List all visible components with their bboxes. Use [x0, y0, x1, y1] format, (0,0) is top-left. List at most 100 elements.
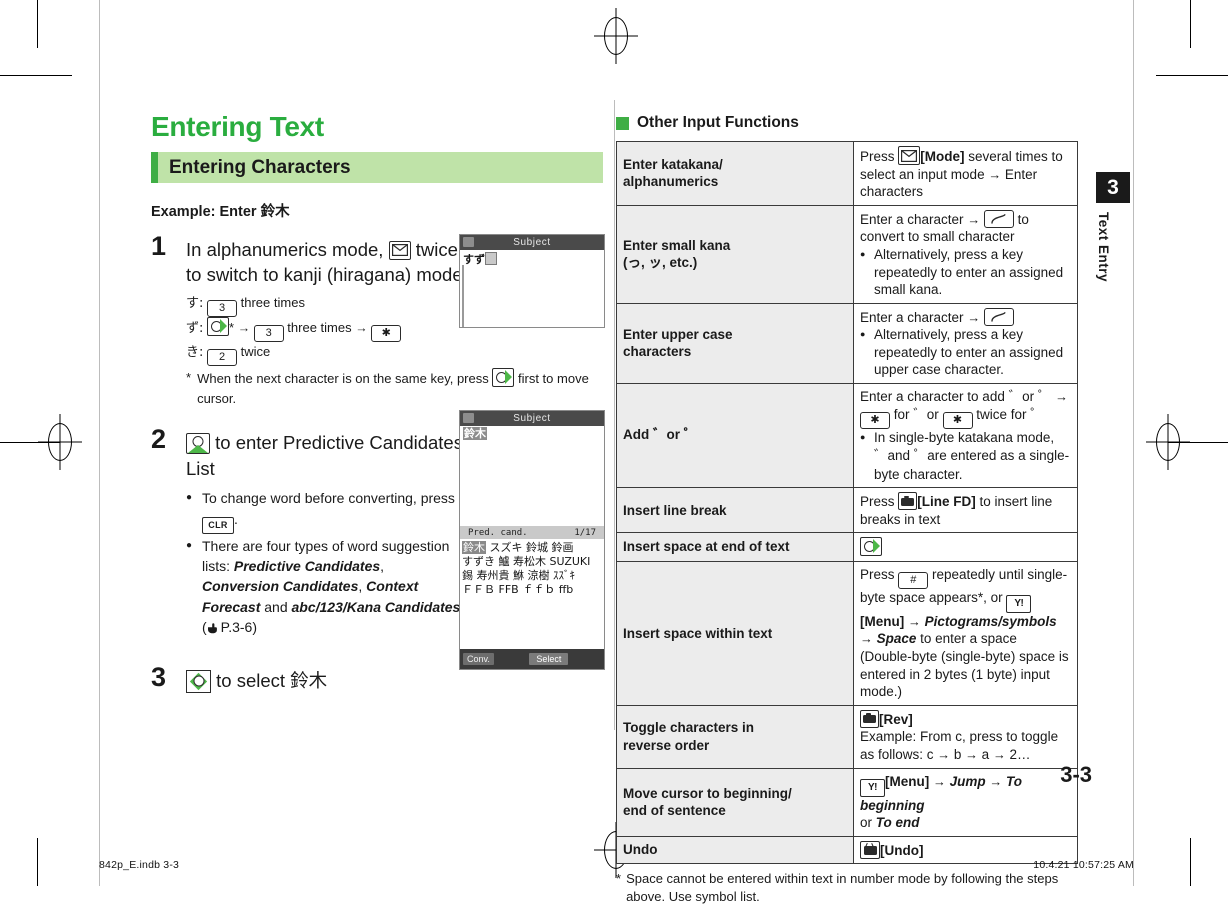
table-footnote-asterisk: * [616, 871, 622, 887]
space-item: Space [876, 631, 917, 647]
menu-soft-label: [Menu] [860, 613, 905, 629]
section-title: Entering Characters [169, 156, 351, 178]
step-3-number: 3 [151, 661, 167, 692]
table-row: Toggle characters in reverse order [Rev] … [616, 704, 1078, 769]
screenshot-2-candidate-list: 鈴木 スズキ 鈴城 鈴画 すずき 鱸 寿松木 SUZUKI 錫 寿州貴 鮴 涼樹… [460, 539, 604, 598]
row-4-note-1: In single-byte katakana mode, ゛and ゜are … [860, 429, 1071, 483]
softkey-convert[interactable]: Conv. [463, 653, 494, 665]
yahoo-key-icon: Y! [1006, 594, 1032, 613]
camera-key-icon [898, 492, 918, 511]
trim-line-right [1133, 0, 1134, 886]
softkey-select[interactable]: Select [529, 653, 569, 665]
screenshot-predictive-candidates: Subject 鈴木 Pred. cand. 1/17 鈴木 スズキ 鈴城 鈴画… [459, 410, 605, 670]
call-key-icon [983, 307, 1014, 326]
rev-soft-label: [Rev] [879, 711, 913, 727]
list-type-abc-kana: abc/123/Kana Candidates [291, 598, 461, 615]
arrow-icon: → [965, 746, 978, 762]
arrow-icon: → [908, 613, 921, 629]
other-input-functions-label: Other Input Functions [637, 114, 799, 131]
candidate-row-4: ＦＦＢ FFB ｆｆｂ ffb [462, 583, 574, 597]
crop-mark-tl-h [0, 75, 72, 76]
other-input-functions-table: Enter katakana/alphanumerics Press [Mode… [616, 141, 1078, 865]
table-row: Enter katakana/alphanumerics Press [Mode… [616, 141, 1078, 206]
mode-soft-label: [Mode] [920, 149, 965, 164]
row-key-enter-upper-case: Enter upper case characters [616, 302, 854, 384]
footer-timestamp: 10.4.21 10:57:25 AM [1033, 859, 1134, 871]
menu-soft-label-2: [Menu] [885, 773, 930, 789]
candidate-row-2: すずき 鱸 寿松木 SUZUKI [462, 555, 591, 569]
screenshot-2-text: 鈴木 [460, 426, 604, 526]
registration-mark-top [594, 8, 638, 64]
row-key-enter-katakana: Enter katakana/alphanumerics [616, 141, 854, 206]
page-number: 3-3 [1060, 762, 1092, 787]
candidate-bar-count: 1/17 [574, 527, 596, 538]
table-row: Add ゛or ゜ Enter a character to add ゛or ゜… [616, 382, 1078, 489]
section-accent-bar [151, 151, 158, 183]
substep-ki: き: 2 twice [186, 342, 603, 367]
crop-mark-tl-v [37, 0, 38, 48]
step-1-number: 1 [151, 230, 167, 261]
row-key-undo: Undo [616, 835, 854, 865]
row-value-add-dakuten: Enter a character to add ゛or ゜ → ✱ for ゛… [853, 382, 1078, 489]
mail-key-icon [388, 240, 411, 260]
row-4-notes: In single-byte katakana mode, ゛and ゜are … [860, 429, 1071, 483]
navigation-key-icon [207, 317, 230, 337]
step-1-footnote: * When the next character is on the same… [186, 368, 606, 408]
call-key-icon [983, 209, 1014, 228]
screenshot-1-status-icon [463, 237, 474, 247]
crop-mark-tr-h [1156, 75, 1228, 76]
pictograms-symbols-item: Pictograms/symbols [924, 613, 1057, 629]
arrow-icon: → [860, 631, 873, 647]
tv-key-icon [860, 840, 880, 859]
screenshot-1-text: すず [460, 250, 604, 269]
screenshot-2-candidate-bar: Pred. cand. 1/17 [460, 526, 604, 539]
screenshot-1-title: Subject [513, 237, 551, 248]
table-row: Enter upper case characters Enter a chara… [616, 302, 1078, 384]
step-3-instruction: to select 鈴木 [186, 668, 603, 693]
step-2-text: to enter Predictive Candidates List [186, 432, 463, 479]
table-row: Insert space at end of text [616, 532, 1078, 562]
linefd-soft-label: [Line FD] [917, 494, 976, 510]
list-type-predictive: Predictive Candidates [233, 558, 381, 575]
navigation-key-icon-2 [492, 368, 515, 388]
nav-4way-key-icon [186, 669, 211, 693]
row-key-add-dakuten: Add ゛or ゜ [616, 382, 854, 489]
substep-zu-asterisk: * [229, 320, 235, 336]
step-2-number: 2 [151, 424, 167, 455]
table-row: Enter small kana (っ, ッ, etc.) Enter a cha… [616, 204, 1078, 304]
row-value-enter-upper-case: Enter a character → Alternatively, press… [853, 302, 1078, 384]
arrow-icon-2: → [355, 321, 368, 336]
substep-zu-mid: three times [287, 320, 352, 336]
row-value-insert-line-break: Press [Line FD] to insert line breaks in… [853, 487, 1078, 534]
chapter-tab-label: Text Entry [1096, 212, 1111, 283]
arrow-icon: → [988, 166, 1002, 182]
star-key-icon: ✱ [371, 325, 402, 343]
footnote-asterisk: * [186, 370, 192, 386]
row-3-notes: Alternatively, press a key repeatedly to… [860, 326, 1071, 379]
screenshot-compose: Subject すず [459, 234, 605, 328]
step-1-text-before: In alphanumerics mode, [186, 238, 384, 260]
nav-up-key-icon [186, 433, 210, 455]
jump-item: Jump [949, 773, 986, 789]
row-value-enter-small-kana: Enter a character → to convert to small … [853, 204, 1078, 304]
step-2-bullets: To change word before converting, press … [186, 488, 461, 638]
row-value-toggle-reverse: [Rev] Example: From c, press to toggle a… [853, 704, 1078, 769]
table-row: Undo [Undo] [616, 835, 1078, 865]
row-key-insert-space-end: Insert space at end of text [616, 532, 854, 562]
green-square-icon [616, 116, 629, 130]
footnote-text: When the next character is on the same k… [197, 368, 606, 408]
to-end-item: To end [875, 815, 920, 831]
clear-key-icon: CLR [202, 516, 234, 534]
page-ref-text: P.3-6 [220, 619, 253, 636]
chapter-tab: 3 Text Entry [1096, 172, 1130, 302]
candidate-row-1-rest: スズキ 鈴城 鈴画 [489, 541, 574, 554]
trim-line-left [99, 0, 100, 886]
arrow-icon: → [937, 746, 951, 762]
key-2-icon: 2 [207, 349, 238, 367]
star-key-icon: ✱ [942, 412, 973, 430]
arrow-icon: → [1055, 388, 1068, 404]
screenshot-2-softkeys: Conv. Select [460, 649, 604, 669]
crop-mark-br-v [1190, 838, 1191, 886]
bullet-1-text: To change word before converting, press [202, 490, 455, 507]
table-row: Insert line break Press [Line FD] to ins… [616, 487, 1078, 534]
